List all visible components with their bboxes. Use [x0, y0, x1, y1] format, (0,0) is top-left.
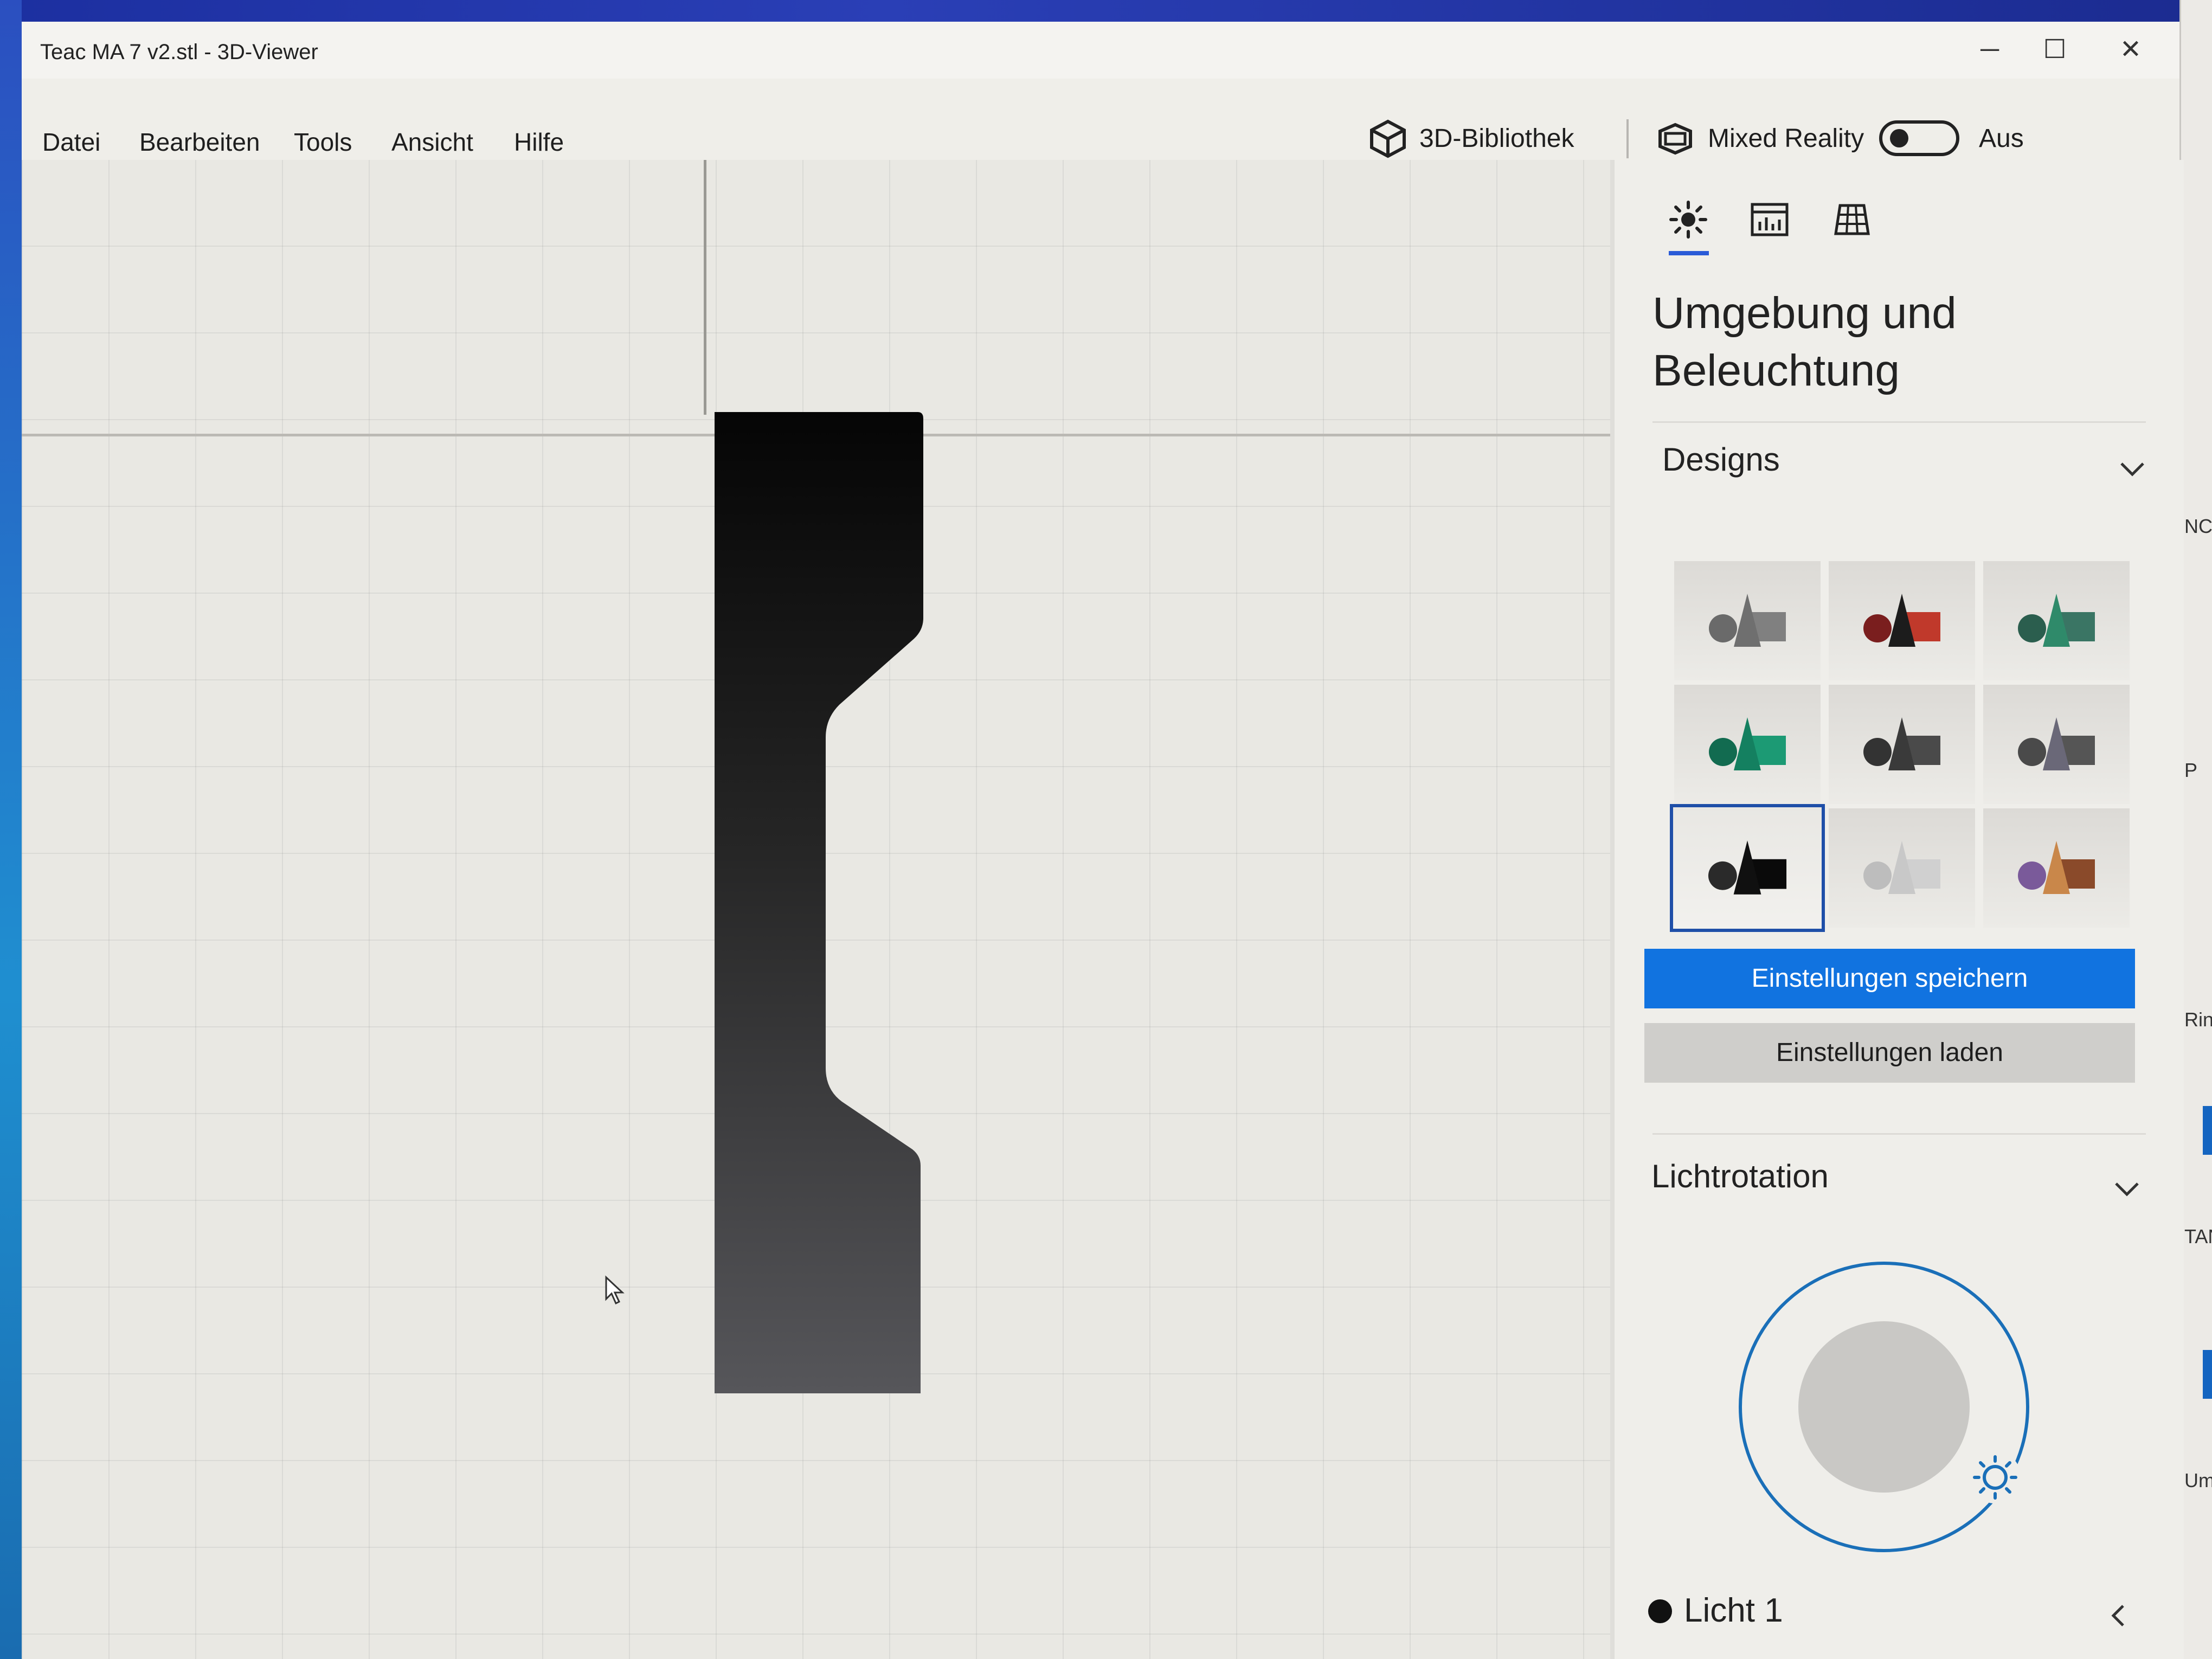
design-swatch[interactable] — [1829, 561, 1975, 680]
3d-model[interactable] — [693, 380, 931, 1399]
design-preview-icon — [1709, 717, 1786, 770]
library-label: 3D-Bibliothek — [1419, 124, 1574, 153]
design-preview-icon — [2018, 717, 2095, 770]
design-swatch[interactable] — [1983, 808, 2130, 928]
mixed-reality-label: Mixed Reality — [1708, 124, 1864, 153]
design-preview-icon — [1863, 717, 1940, 770]
design-preview-icon — [1708, 840, 1787, 895]
toggle-knob — [1890, 129, 1908, 147]
mixed-reality-icon — [1658, 123, 1692, 155]
design-swatch[interactable] — [1829, 808, 1975, 928]
designs-label: Designs — [1662, 441, 1780, 478]
section-divider — [1652, 1133, 2146, 1135]
background-text-fragment: TANI — [2184, 1225, 2212, 1248]
side-panel: Umgebung und Beleuchtung Designs Einstel… — [1610, 160, 2184, 1659]
design-swatch[interactable] — [1674, 561, 1821, 680]
chevron-left-icon[interactable] — [2102, 1599, 2135, 1632]
title-bar[interactable]: Teac MA 7 v2.stl - 3D-Viewer ─ ☐ ✕ — [22, 22, 2179, 79]
minimize-button[interactable]: ─ — [1957, 30, 2022, 69]
design-swatch[interactable] — [1829, 685, 1975, 804]
chevron-down-icon[interactable] — [2111, 1173, 2143, 1205]
design-preview-icon — [1863, 841, 1940, 894]
design-preview-icon — [2018, 594, 2095, 647]
heading-divider — [1652, 421, 2146, 423]
active-tab-indicator — [1669, 251, 1709, 255]
design-preview-icon — [1709, 594, 1786, 647]
background-text-fragment: Um — [2184, 1469, 2212, 1491]
grid-axis-vertical — [704, 160, 706, 415]
save-settings-button[interactable]: Einstellungen speichern — [1644, 949, 2135, 1008]
menu-datei[interactable]: Datei — [42, 127, 100, 157]
grid-icon[interactable] — [1830, 198, 1874, 241]
background-window-edge: NC P Rin TANI Um — [2179, 0, 2212, 1659]
menu-bearbeiten[interactable]: Bearbeiten — [139, 127, 260, 157]
mixed-reality-state: Aus — [1979, 124, 2024, 153]
design-swatch[interactable] — [1983, 685, 2130, 804]
background-accent-bar — [2203, 1106, 2212, 1155]
light-1-label: Licht 1 — [1684, 1592, 1783, 1629]
design-preview-icon — [1863, 594, 1940, 647]
light-color-dot[interactable] — [1648, 1599, 1672, 1623]
background-text-fragment: Rin — [2184, 1008, 2212, 1031]
light-rotation-dial[interactable] — [1729, 1255, 2044, 1570]
light-handle-icon[interactable] — [1969, 1451, 2021, 1503]
sun-icon[interactable] — [1667, 198, 1710, 241]
menu-separator — [1626, 119, 1629, 158]
mixed-reality-toggle[interactable] — [1879, 120, 1959, 156]
desktop-left-strip — [0, 0, 22, 1659]
menu-ansicht[interactable]: Ansicht — [391, 127, 473, 157]
load-settings-button[interactable]: Einstellungen laden — [1644, 1023, 2135, 1083]
light-rotation-label: Lichtrotation — [1651, 1158, 1829, 1194]
cube-icon — [1370, 119, 1406, 158]
app-window: Teac MA 7 v2.stl - 3D-Viewer ─ ☐ ✕ Datei… — [22, 22, 2184, 1659]
background-text-fragment: NC — [2184, 515, 2212, 537]
close-button[interactable]: ✕ — [2098, 30, 2163, 69]
design-swatch[interactable] — [1670, 804, 1825, 932]
window-title: Teac MA 7 v2.stl - 3D-Viewer — [40, 40, 318, 64]
maximize-button[interactable]: ☐ — [2022, 30, 2087, 69]
library-button[interactable]: 3D-Bibliothek — [1366, 115, 1605, 163]
mouse-cursor-icon — [605, 1275, 625, 1305]
background-accent-bar — [2203, 1350, 2212, 1399]
stats-icon[interactable] — [1748, 198, 1791, 241]
desktop-taskbar-strip — [0, 0, 2212, 22]
mixed-reality-group: Mixed Reality — [1654, 115, 1881, 163]
design-swatch[interactable] — [1674, 685, 1821, 804]
background-text-fragment: P — [2184, 759, 2198, 781]
menu-hilfe[interactable]: Hilfe — [514, 127, 564, 157]
chevron-down-icon[interactable] — [2116, 453, 2149, 485]
menu-tools[interactable]: Tools — [294, 127, 352, 157]
design-preview-icon — [2018, 841, 2095, 894]
panel-heading: Umgebung und Beleuchtung — [1652, 288, 1957, 395]
design-swatch[interactable] — [1983, 561, 2130, 680]
